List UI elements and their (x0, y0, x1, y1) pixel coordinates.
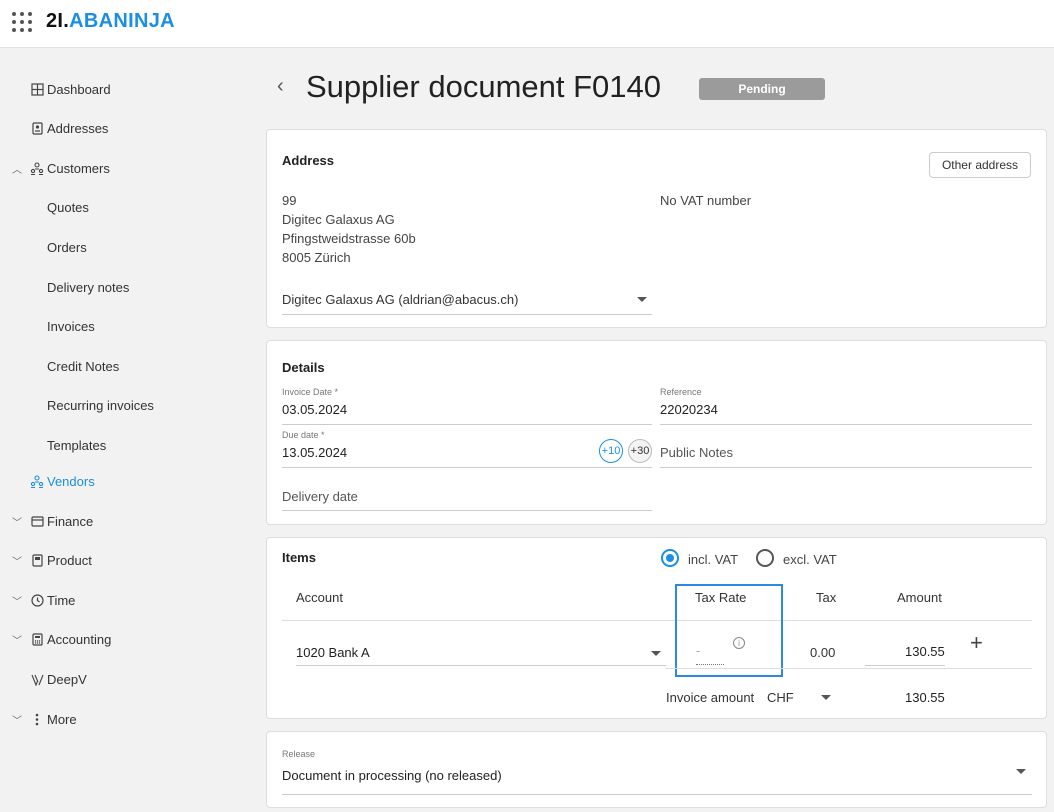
due-date-underline (282, 467, 652, 468)
tax-value: 0.00 (810, 645, 836, 660)
details-title: Details (282, 360, 325, 375)
address-line: Digitec Galaxus AG (282, 212, 395, 227)
sidebar-item-label: Templates (47, 437, 107, 453)
excl-vat-label: excl. VAT (783, 552, 837, 567)
contact-select[interactable]: Digitec Galaxus AG (aldrian@abacus.ch) (282, 292, 518, 307)
sidebar-item-label: Product (47, 552, 92, 568)
more-icon (30, 712, 44, 726)
calculator-icon (30, 632, 44, 646)
address-line: 8005 Zürich (282, 250, 351, 265)
amount-field[interactable]: 130.55 (905, 644, 945, 659)
release-card: Release Document in processing (no relea… (266, 731, 1047, 808)
public-notes-field[interactable]: Public Notes (660, 445, 733, 460)
deepv-icon (30, 672, 44, 686)
due-date-field[interactable]: 13.05.2024 (282, 445, 347, 460)
sidebar-item-label: More (47, 711, 77, 727)
back-chevron-icon[interactable]: ‹ (277, 75, 284, 98)
sidebar-item-label: Orders (47, 239, 87, 255)
sidebar-item-label: Customers (47, 160, 110, 176)
sidebar-item-label: Credit Notes (47, 358, 120, 374)
app-logo[interactable]: 2I.ABANINJA (46, 10, 175, 33)
sidebar-item-label: Invoices (47, 318, 95, 334)
invoice-total: 130.55 (905, 690, 945, 705)
top-bar: 2I.ABANINJA (0, 0, 1054, 48)
excl-vat-radio[interactable] (756, 549, 774, 567)
details-card: Details Invoice Date * 03.05.2024 Refere… (266, 340, 1047, 525)
delivery-date-underline (282, 510, 652, 511)
reference-underline (660, 424, 1032, 425)
currency-dropdown-caret-icon[interactable] (821, 695, 831, 700)
sidebar-item-label: Finance (47, 513, 94, 529)
account-dropdown-caret-icon[interactable] (651, 651, 661, 656)
chevron-down-icon: ﹀ (12, 556, 22, 568)
customers-icon (30, 161, 44, 175)
amount-underline (865, 665, 945, 666)
tax-rate-highlight (675, 584, 783, 677)
address-line: Pfingstweidstrasse 60b (282, 231, 416, 246)
due-date-label: Due date * (282, 430, 325, 440)
dashboard-icon (30, 82, 44, 96)
reference-field[interactable]: 22020234 (660, 402, 718, 417)
reference-label: Reference (660, 387, 702, 397)
sidebar-item-label: Accounting (47, 631, 112, 647)
col-amount: Amount (897, 590, 942, 605)
product-icon (30, 553, 44, 567)
delivery-date-field[interactable]: Delivery date (282, 489, 358, 504)
other-address-button[interactable]: Other address (929, 152, 1031, 178)
release-label: Release (282, 749, 316, 759)
sidebar-item-label: Dashboard (47, 81, 111, 97)
contact-dropdown-caret-icon[interactable] (637, 297, 647, 302)
vendors-icon (30, 474, 44, 488)
sidebar-item-label: Recurring invoices (47, 397, 154, 413)
account-underline (296, 665, 666, 666)
address-title: Address (282, 153, 335, 168)
account-select[interactable]: 1020 Bank A (296, 645, 370, 660)
sidebar-item-label: Delivery notes (47, 279, 130, 295)
items-title: Items (282, 550, 316, 565)
invoice-amount-label: Invoice amount (666, 690, 755, 705)
main-content: ‹ Supplier document F0140 Pending Addres… (255, 49, 1054, 812)
header-divider (282, 620, 1032, 621)
address-card: Address Other address 99 Digitec Galaxus… (266, 129, 1047, 328)
row-divider (665, 668, 1032, 669)
sidebar: Dashboard Addresses ︿ Customers Quotes O… (0, 49, 255, 812)
apps-grid-icon[interactable] (12, 12, 32, 32)
sidebar-item-label: Time (47, 592, 76, 608)
invoice-date-field[interactable]: 03.05.2024 (282, 402, 347, 417)
chevron-down-icon: ﹀ (12, 635, 22, 647)
address-line: 99 (282, 193, 297, 208)
incl-vat-radio[interactable] (661, 549, 679, 567)
sidebar-item-label: DeepV (47, 671, 87, 687)
plus30-button[interactable]: +30 (628, 439, 652, 463)
plus10-button[interactable]: +10 (599, 439, 623, 463)
release-select[interactable]: Document in processing (no released) (282, 768, 502, 783)
incl-vat-label: incl. VAT (688, 552, 739, 567)
currency-select[interactable]: CHF (767, 690, 794, 705)
chevron-down-icon: ﹀ (12, 596, 22, 608)
invoice-date-underline (282, 424, 652, 425)
col-tax: Tax (816, 590, 837, 605)
chevron-down-icon: ﹀ (12, 517, 22, 529)
vat-number: No VAT number (660, 193, 752, 208)
chevron-down-icon: ﹀ (12, 715, 22, 727)
status-badge: Pending (699, 78, 825, 100)
release-dropdown-caret-icon[interactable] (1016, 769, 1026, 774)
contact-underline (282, 314, 652, 315)
sidebar-item-label: Vendors (47, 473, 95, 489)
clock-icon (30, 593, 44, 607)
invoice-date-label: Invoice Date * (282, 387, 339, 397)
sidebar-item-label: Addresses (47, 120, 109, 136)
finance-icon (30, 514, 44, 528)
sidebar-item-label: Quotes (47, 199, 89, 215)
release-underline (282, 794, 1032, 795)
public-notes-underline (660, 467, 1032, 468)
add-row-plus-icon[interactable]: + (970, 630, 983, 656)
chevron-up-icon: ︿ (12, 164, 22, 176)
addressbook-icon (30, 121, 44, 135)
items-card: Items incl. VAT excl. VAT Account Tax Ra… (266, 537, 1047, 719)
col-account: Account (296, 590, 343, 605)
page-title: Supplier document F0140 (306, 69, 662, 104)
